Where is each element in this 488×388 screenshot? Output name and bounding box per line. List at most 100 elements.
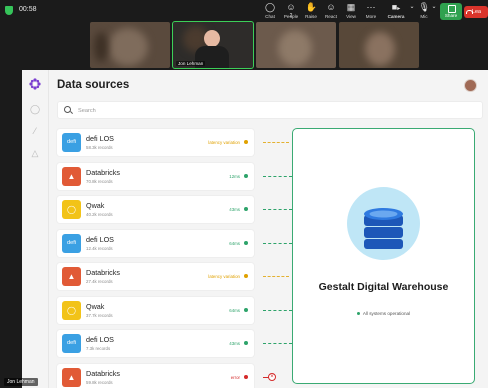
people-icon: ☺2 bbox=[286, 2, 296, 20]
data-source-name: Qwak bbox=[86, 201, 105, 210]
data-source-name: Databricks bbox=[86, 167, 120, 177]
connection-line bbox=[263, 276, 289, 277]
data-source-name: defi LOS bbox=[86, 234, 114, 244]
self-view-name: Jon Lehman bbox=[4, 378, 38, 386]
latency-label: 43ms bbox=[229, 207, 240, 212]
latency-label: latency variation bbox=[208, 274, 240, 279]
data-source-name: defi LOS bbox=[86, 335, 114, 344]
participant-name: Jon Lehman bbox=[176, 61, 206, 66]
data-source-row[interactable]: defi defi LOS 12.4k records 64ms bbox=[57, 229, 254, 257]
search-bar[interactable] bbox=[57, 101, 483, 119]
data-source-records: 37.7k records bbox=[86, 312, 113, 318]
leave-button[interactable]: Lea bbox=[464, 6, 488, 18]
meeting-toolbar: 00:58 ◯ Chat ☺2 People ✋ Raise ☺ React ▦… bbox=[0, 0, 488, 22]
avatar[interactable] bbox=[464, 79, 477, 92]
data-source-name: defi LOS bbox=[86, 134, 114, 143]
qwak-logo-icon: ◯ bbox=[62, 200, 81, 219]
status-dot bbox=[244, 374, 248, 379]
status-dot bbox=[244, 341, 248, 345]
participant-tile-active-speaker[interactable]: Jon Lehman bbox=[172, 21, 254, 69]
data-source-name: Databricks bbox=[86, 268, 120, 277]
connection-line bbox=[263, 343, 292, 344]
status-dot bbox=[244, 240, 248, 245]
data-source-name: Databricks bbox=[86, 368, 120, 378]
data-source-records: 40.2k records bbox=[86, 212, 113, 217]
latency-label: error bbox=[230, 374, 240, 380]
raise-hand-button[interactable]: ✋ Raise bbox=[300, 2, 322, 20]
security-shield-icon[interactable] bbox=[5, 6, 13, 15]
data-source-row[interactable]: ▲ Databricks 59.8k records error bbox=[57, 363, 254, 388]
page-title: Data sources bbox=[57, 79, 130, 91]
search-icon bbox=[64, 106, 71, 113]
share-screen-button[interactable]: Share bbox=[440, 3, 462, 20]
participant-video bbox=[108, 28, 148, 66]
databricks-logo-icon: ▲ bbox=[62, 267, 81, 286]
data-source-records: 12.4k records bbox=[86, 245, 113, 251]
data-source-row[interactable]: defi defi LOS 58.3k records latency variati… bbox=[57, 129, 254, 156]
camera-icon: ■▸ bbox=[391, 2, 401, 13]
defi-logo-icon: defi bbox=[62, 334, 81, 353]
qwak-logo-icon: ◯ bbox=[62, 300, 81, 320]
data-source-name: Qwak bbox=[86, 301, 105, 311]
connection-line bbox=[263, 142, 289, 143]
connection-line bbox=[263, 376, 269, 378]
data-source-row[interactable]: ▲ Databricks 70.8k records 12ms bbox=[57, 162, 254, 190]
connection-line bbox=[263, 309, 292, 311]
status-dot bbox=[244, 307, 248, 312]
chat-icon: ◯ bbox=[264, 2, 276, 12]
view-icon: ▦ bbox=[346, 2, 356, 12]
chat-button[interactable]: ◯ Chat bbox=[259, 2, 281, 20]
participant-tile[interactable] bbox=[339, 22, 419, 68]
latency-label: 43ms bbox=[229, 341, 240, 346]
data-source-row[interactable]: ◯ Qwak 40.2k records 43ms bbox=[57, 196, 254, 223]
warehouse-title: Gestalt Digital Warehouse bbox=[318, 281, 449, 293]
data-source-row[interactable]: ▲ Databricks 27.4k records latency variatio… bbox=[57, 263, 254, 290]
more-icon: ⋯ bbox=[366, 2, 376, 12]
connection-error-icon[interactable]: × bbox=[268, 372, 276, 381]
connection-line bbox=[263, 175, 292, 177]
nav-link-icon[interactable]: ⁄ bbox=[30, 126, 40, 136]
people-button[interactable]: ☺2 People bbox=[280, 2, 302, 20]
participant-video bbox=[278, 30, 312, 66]
search-input[interactable] bbox=[76, 104, 280, 118]
status-dot bbox=[244, 173, 248, 178]
databricks-logo-icon: ▲ bbox=[62, 367, 81, 387]
side-rail: ◯ ⁄ △ bbox=[22, 70, 49, 388]
nav-home-icon[interactable]: ◯ bbox=[30, 104, 40, 114]
connection-line bbox=[263, 242, 292, 244]
defi-logo-icon: defi bbox=[62, 133, 81, 152]
status-dot bbox=[244, 140, 248, 144]
warehouse-status-text: All systems operational bbox=[362, 311, 411, 316]
shared-screen-app: ◯ ⁄ △ Data sources defi defi LOS 58.3k rec… bbox=[22, 70, 488, 388]
status-dot bbox=[244, 274, 248, 278]
app-logo-icon[interactable] bbox=[29, 78, 41, 90]
data-source-row[interactable]: defi defi LOS 7.3k records 43ms bbox=[57, 330, 254, 357]
view-button[interactable]: ▦ View bbox=[340, 2, 362, 20]
status-ok-icon bbox=[356, 312, 360, 316]
data-source-row[interactable]: ◯ Qwak 37.7k records 64ms bbox=[57, 296, 254, 324]
data-source-records: 58.3k records bbox=[86, 145, 113, 150]
share-icon bbox=[448, 5, 456, 13]
leave-icon bbox=[466, 10, 473, 14]
databricks-logo-icon: ▲ bbox=[62, 166, 81, 186]
participant-tile[interactable] bbox=[256, 22, 336, 68]
mic-options-chevron[interactable]: ⌄ bbox=[428, 3, 440, 12]
data-source-records: 70.8k records bbox=[86, 178, 113, 184]
participant-video bbox=[365, 32, 395, 66]
raise-hand-icon: ✋ bbox=[305, 2, 317, 12]
latency-label: 64ms bbox=[229, 240, 240, 246]
camera-button[interactable]: ■▸ Camera bbox=[385, 2, 407, 20]
warehouse-card[interactable]: Gestalt Digital Warehouse All systems op… bbox=[292, 128, 475, 384]
database-icon bbox=[347, 187, 420, 260]
video-strip: Jon Lehman bbox=[90, 21, 422, 69]
participant-tile[interactable] bbox=[90, 22, 170, 68]
data-source-records: 59.8k records bbox=[86, 379, 113, 385]
defi-logo-icon: defi bbox=[62, 233, 81, 253]
data-source-records: 7.3k records bbox=[86, 346, 111, 351]
react-button[interactable]: ☺ React bbox=[320, 3, 342, 20]
meeting-timer: 00:58 bbox=[19, 6, 37, 13]
nav-hierarchy-icon[interactable]: △ bbox=[30, 148, 40, 158]
more-button[interactable]: ⋯ More bbox=[360, 2, 382, 20]
warehouse-status: All systems operational bbox=[293, 311, 474, 316]
participant-face bbox=[204, 30, 220, 47]
